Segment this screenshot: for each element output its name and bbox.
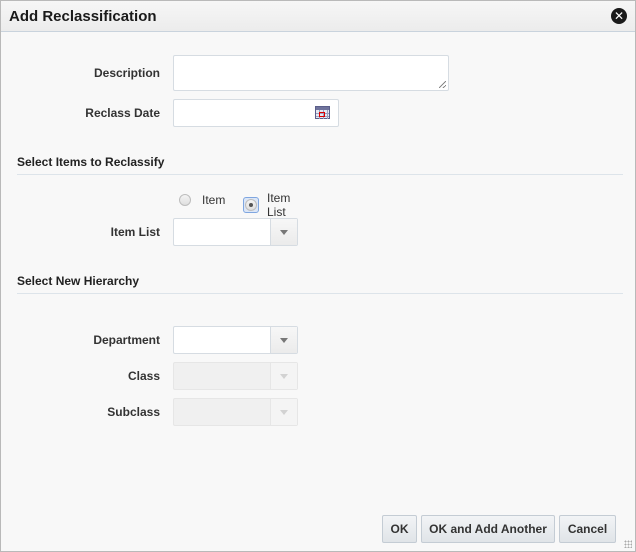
description-input[interactable] <box>173 55 449 91</box>
department-label: Department <box>93 333 160 347</box>
description-label: Description <box>93 66 160 80</box>
department-select[interactable] <box>173 326 298 354</box>
radio-button-item-list[interactable] <box>245 199 257 211</box>
section-title-new-hierarchy: Select New Hierarchy <box>17 274 140 288</box>
radio-item-list[interactable]: Item List <box>243 191 290 219</box>
subclass-label: Subclass <box>107 405 160 419</box>
reclass-date-input[interactable] <box>173 99 339 127</box>
close-icon[interactable]: ✕ <box>611 8 627 24</box>
resize-grip-icon[interactable] <box>439 81 446 88</box>
radio-button-item[interactable] <box>179 194 191 206</box>
dialog-titlebar: Add Reclassification ✕ <box>1 1 635 32</box>
ok-and-add-another-button[interactable]: OK and Add Another <box>421 515 555 543</box>
radio-item-list-label: Item List <box>267 191 291 219</box>
class-select <box>173 362 298 390</box>
class-label: Class <box>127 369 160 383</box>
item-list-select[interactable] <box>173 218 298 246</box>
ok-button[interactable]: OK <box>382 515 417 543</box>
chevron-down-icon[interactable] <box>270 327 297 353</box>
add-reclassification-dialog: Add Reclassification ✕ Description Recla… <box>0 0 636 552</box>
dialog-title: Add Reclassification <box>9 8 157 25</box>
chevron-down-icon[interactable] <box>270 219 297 245</box>
radio-item[interactable]: Item <box>176 191 225 209</box>
section-divider <box>17 174 623 175</box>
chevron-down-icon <box>270 363 297 389</box>
dialog-resize-grip-icon[interactable] <box>624 540 632 548</box>
section-divider <box>17 293 623 294</box>
item-list-label: Item List <box>110 225 160 239</box>
chevron-down-icon <box>270 399 297 425</box>
reclass-date-label: Reclass Date <box>85 106 160 120</box>
cancel-button[interactable]: Cancel <box>559 515 616 543</box>
section-title-select-items: Select Items to Reclassify <box>17 155 165 169</box>
radio-item-label: Item <box>202 193 226 207</box>
calendar-icon[interactable] <box>315 106 330 119</box>
subclass-select <box>173 398 298 426</box>
